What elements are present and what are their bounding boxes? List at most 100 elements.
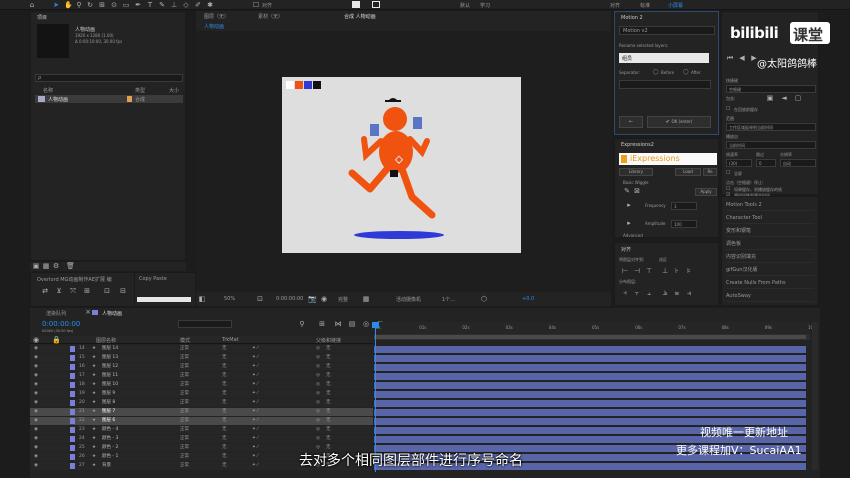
layer-parent-dropdown[interactable]: 无 [326,354,331,362]
layer-mode-dropdown[interactable]: 正常 [180,372,189,380]
shape-layer-icon[interactable]: ★ [92,372,96,380]
project-item-row[interactable]: 人物动画 合成 [35,95,183,103]
shape-layer-icon[interactable]: ★ [92,381,96,389]
layer-label-color[interactable] [70,400,75,406]
layer-number[interactable]: 15 [79,354,85,362]
render-queue-tab[interactable]: 渲染队列 [46,310,66,317]
workspace-item[interactable]: 小屏幕 [668,2,683,9]
motion-panel-title[interactable]: Motion 2 [621,15,643,21]
visibility-eye-icon[interactable]: ◉ [34,453,38,461]
layer-duration-bar[interactable] [374,346,806,353]
shape-layer-icon[interactable]: ★ [92,435,96,443]
script-motion-tools[interactable]: Motion Tools 2 [726,199,814,211]
column-name[interactable]: 名称 [43,87,53,94]
pickwhip-icon[interactable]: ◎ [316,426,320,434]
distribute-left-icon[interactable]: ⫞ [621,289,629,297]
eraser-tool-icon[interactable]: ◇ [182,1,190,9]
frequency-arrows-icon[interactable]: ▸ [625,201,633,209]
layer-duration-bar[interactable] [374,400,806,407]
align-hcenter-icon[interactable]: ⊣ [633,267,641,275]
comp-breadcrumb[interactable]: 人物动画 [204,23,224,30]
pickwhip-icon[interactable]: ◎ [316,408,320,416]
col-mode[interactable]: 模式 [180,337,190,344]
shape-layer-icon[interactable]: ★ [92,462,96,470]
copy-paste-slider[interactable] [137,297,191,302]
pull-icon[interactable]: ⊟ [119,287,127,295]
fill-swatch[interactable] [352,1,360,8]
camera-dropdown[interactable]: 活动摄像机 [396,296,421,303]
chart-icon[interactable]: ⊠ [633,187,641,195]
pickwhip-icon[interactable]: ◎ [316,363,320,371]
distribute-right-icon[interactable]: ⫠ [645,289,653,297]
layer-number[interactable]: 27 [79,462,85,470]
script-palette[interactable]: 调色板 [726,238,814,250]
visibility-eye-icon[interactable]: ◉ [34,390,38,398]
apply-button[interactable]: Apply [695,188,717,196]
script-gifgun[interactable]: gifGun汉化版 [726,264,814,276]
layer-duration-bar[interactable] [374,355,806,362]
layer-parent-dropdown[interactable]: 无 [326,426,331,434]
quality-dropdown[interactable]: 完整 [338,296,348,303]
zoom-tool-icon[interactable]: ⚲ [75,1,83,9]
layer-mode-dropdown[interactable]: 正常 [180,381,189,389]
shape-layer-icon[interactable]: ★ [92,363,96,371]
layer-mode-dropdown[interactable]: 正常 [180,390,189,398]
visibility-eye-icon[interactable]: ◉ [34,381,38,389]
layer-name[interactable]: 图层 14 [102,345,118,353]
layer-mode-dropdown[interactable]: 正常 [180,399,189,407]
new-folder-icon[interactable]: ▣ [32,262,40,270]
shape-layer-icon[interactable]: ★ [92,354,96,362]
separator-input[interactable] [619,80,711,89]
expressions-title[interactable]: Expressions2 [621,142,654,148]
visibility-eye-icon[interactable]: ◉ [34,444,38,452]
stamp-tool-icon[interactable]: ⊥ [170,1,178,9]
ok-button[interactable]: ✔ OK (enter) [647,116,711,128]
fullscreen-checkbox[interactable]: ☐ [726,170,730,176]
layer-trkmat-dropdown[interactable]: 无 [222,345,227,353]
workspace-item[interactable]: 默认 [460,2,470,9]
cache-checkbox[interactable]: ☐ [726,106,730,112]
workspace-menu[interactable]: 对齐 默认 学习 标准 小屏幕 [460,2,730,9]
timeline-scrollbar[interactable] [812,322,818,470]
workspace-item[interactable]: 对齐 [610,2,620,9]
visibility-eye-icon[interactable]: ◉ [34,462,38,470]
stroke-swatch[interactable] [372,1,380,8]
layer-trkmat-dropdown[interactable]: 无 [222,462,227,470]
comp-tab[interactable]: 合成 人物动画 [344,13,376,20]
align-vcenter-icon[interactable]: ⊦ [673,267,681,275]
trash-icon[interactable]: 🗑 [66,262,75,270]
puppet-tool-icon[interactable]: ✱ [206,1,214,9]
viewer-timecode[interactable]: 0:00:00:00 [276,296,303,302]
align-left-icon[interactable]: ⊢ [621,267,629,275]
column-type[interactable]: 类型 [135,87,145,94]
layer-number[interactable]: 20 [79,399,85,407]
lock-header-icon[interactable]: 🔒 [52,336,61,344]
layer-row[interactable]: ◉ 20 ★ 图层 8 正常 无 ✦ ⁄ ◎ 无 [30,399,373,407]
layer-name[interactable]: 图层 6 [102,417,115,425]
overlord-tab[interactable]: Overlord MG动画制作AE扩展 编 [37,276,112,283]
roi-icon[interactable]: ▦ [362,295,370,303]
edit-icon[interactable]: ✎ [623,187,631,195]
skip-dropdown[interactable]: 0 [756,159,776,167]
layer-switches[interactable]: ✦ ⁄ [252,462,258,470]
playhead-handle[interactable] [372,322,379,328]
selection-tool-icon[interactable]: ➤ [52,1,60,9]
layer-name[interactable]: 图层 8 [102,399,115,407]
layer-parent-dropdown[interactable]: 无 [326,435,331,443]
layer-parent-dropdown[interactable]: 无 [326,408,331,416]
col-parent[interactable]: 父级和链接 [316,337,341,344]
layer-number[interactable]: 25 [79,444,85,452]
layer-label-color[interactable] [70,373,75,379]
rotate-tool-icon[interactable]: ↻ [86,1,94,9]
rename-input[interactable]: 组员 [619,53,709,63]
footage-tab[interactable]: 图层（无） [204,13,229,20]
layer-trkmat-dropdown[interactable]: 无 [222,399,227,407]
comp-timeline-tab[interactable]: 人物动画 [92,308,152,317]
advanced-toggle[interactable]: Advanced [623,233,643,238]
layer-label-color[interactable] [70,364,75,370]
layer-name[interactable]: 图层 13 [102,354,118,362]
pan-behind-tool-icon[interactable]: ⊙ [110,1,118,9]
layer-switches[interactable]: ✦ ⁄ [252,390,258,398]
layer-parent-dropdown[interactable]: 无 [326,363,331,371]
layer-switches[interactable]: ✦ ⁄ [252,426,258,434]
